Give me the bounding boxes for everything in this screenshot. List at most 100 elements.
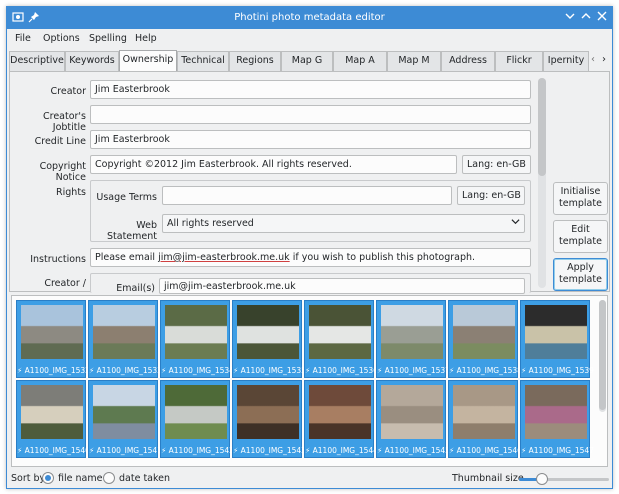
menu-file[interactable]: File	[15, 33, 31, 44]
thumbnail-label: ⚡ A1100_IMG_1546	[449, 446, 522, 455]
thumbnail-scrollbar[interactable]	[599, 300, 606, 412]
jobtitle-field[interactable]	[90, 105, 531, 124]
thumbnail-image	[381, 305, 443, 359]
thumbnail-label: ⚡ A1100_IMG_1533	[89, 366, 162, 375]
thumbnail-label: ⚡ A1100_IMG_1534	[161, 366, 234, 375]
thumbnail-size-slider[interactable]	[519, 473, 609, 485]
apply-template-button[interactable]: Apply template	[553, 258, 608, 291]
tab-ownership[interactable]: Ownership	[119, 50, 177, 72]
tab-ipernity[interactable]: Ipernity	[543, 51, 589, 71]
thumbnail-image	[165, 305, 227, 359]
tab-scroll-right-icon[interactable]: ›	[602, 54, 606, 65]
credit-line-field[interactable]: Jim Easterbrook	[90, 130, 531, 149]
sort-filename-radio[interactable]	[42, 472, 54, 484]
thumbnail-item[interactable]: ⚡ A1100_IMG_1542	[160, 380, 234, 458]
tab-regions[interactable]: Regions	[229, 51, 281, 71]
emails-field[interactable]: jim@jim-easterbrook.me.uk	[159, 278, 525, 294]
copyright-lang-select[interactable]: Lang: en-GB	[462, 155, 531, 174]
thumbnail-label: ⚡ A1100_IMG_1536	[305, 366, 378, 375]
tab-keywords[interactable]: Keywords	[65, 51, 119, 71]
menu-spelling[interactable]: Spelling	[89, 33, 127, 44]
sort-date-radio[interactable]	[103, 472, 115, 484]
thumbnail-item[interactable]: ⚡ A1100_IMG_1541	[88, 380, 162, 458]
creator-field[interactable]: Jim Easterbrook	[90, 80, 531, 99]
thumbnail-label: ⚡ A1100_IMG_1538	[449, 366, 522, 375]
tab-descriptive[interactable]: Descriptive	[9, 51, 65, 71]
thumbnail-image	[93, 385, 155, 439]
thumbnail-image	[453, 385, 515, 439]
copyright-lang-value: Lang: en-GB	[467, 159, 526, 170]
chevron-down-icon	[511, 217, 520, 229]
tab-map-g[interactable]: Map G	[281, 51, 333, 71]
thumbnail-image	[21, 385, 83, 439]
contact-label: Creator /	[44, 278, 86, 289]
thumbnail-item[interactable]: ⚡ A1100_IMG_1540	[16, 380, 90, 458]
initialise-template-button[interactable]: Initialise template	[553, 182, 608, 215]
sort-filename-label[interactable]: file name	[58, 473, 102, 484]
thumbnail-size-slider-handle[interactable]	[536, 473, 548, 485]
panel-scrollbar[interactable]	[538, 78, 546, 288]
tab-flickr[interactable]: Flickr	[495, 51, 543, 71]
thumbnail-scrollbar-thumb[interactable]	[599, 300, 606, 410]
thumbnail-grid[interactable]: ⚡ A1100_IMG_1532 ⚡ A1100_IMG_1533 ⚡ A1100_…	[11, 295, 608, 467]
thumbnail-label: ⚡ A1100_IMG_1532	[17, 366, 90, 375]
instructions-field[interactable]: Please email jim@jim-easterbrook.me.uk i…	[90, 248, 531, 267]
menu-help[interactable]: Help	[135, 33, 157, 44]
thumbnail-item[interactable]: ⚡ A1100_IMG_1543	[232, 380, 306, 458]
window-title: Photini photo metadata editor	[234, 12, 385, 23]
instructions-suffix: if you wish to publish this photograph.	[289, 252, 476, 263]
maximize-icon[interactable]	[579, 11, 593, 25]
thumbnail-item[interactable]: ⚡ A1100_IMG_1544	[304, 380, 378, 458]
sort-date-label[interactable]: date taken	[119, 473, 170, 484]
thumbnail-image	[525, 305, 587, 359]
usage-terms-lang-select[interactable]: Lang: en-GB	[457, 186, 525, 205]
copyright-field[interactable]: Copyright ©2012 Jim Easterbrook. All rig…	[90, 155, 457, 174]
thumbnail-image	[21, 305, 83, 359]
thumbnail-image	[453, 305, 515, 359]
thumbnail-label: ⚡ A1100_IMG_1542	[161, 446, 234, 455]
usage-terms-field[interactable]	[162, 186, 452, 205]
tab-map-m[interactable]: Map M	[387, 51, 441, 71]
tab-technical[interactable]: Technical	[177, 51, 229, 71]
thumbnail-item[interactable]: ⚡ A1100_IMG_1545	[376, 380, 450, 458]
tab-map-a[interactable]: Map A	[333, 51, 387, 71]
title-bar[interactable]: Photini photo metadata editor	[7, 7, 612, 29]
tab-bar: Descriptive Keywords Ownership Technical…	[7, 50, 612, 72]
main-window: Photini photo metadata editor File Optio…	[6, 6, 613, 489]
thumbnail-item[interactable]: ⚡ A1100_IMG_1537	[376, 300, 450, 378]
keep-below-icon[interactable]	[563, 11, 577, 25]
edit-template-button[interactable]: Edit template	[553, 220, 608, 253]
usage-terms-label: Usage Terms	[96, 192, 157, 203]
emails-label: Email(s)	[116, 283, 155, 294]
web-statement-select[interactable]: All rights reserved	[162, 214, 525, 233]
thumbnail-label: ⚡ A1100_IMG_1544	[305, 446, 378, 455]
thumbnail-item[interactable]: ⚡ A1100_IMG_1533	[88, 300, 162, 378]
thumbnail-item[interactable]: ⚡ A1100_IMG_1538	[448, 300, 522, 378]
thumbnail-item[interactable]: ⚡ A1100_IMG_1535	[232, 300, 306, 378]
apply-button-line1: Apply	[567, 262, 594, 273]
thumbnail-item[interactable]: ⚡ A1100_IMG_1547	[520, 380, 594, 458]
rights-label: Rights	[56, 187, 86, 198]
thumbnail-item[interactable]: ⚡ A1100_IMG_1546	[448, 380, 522, 458]
ownership-panel: Creator Jim Easterbrook Creator's Jobtit…	[9, 71, 610, 294]
thumbnail-item[interactable]: ⚡ A1100_IMG_1536	[304, 300, 378, 378]
thumbnail-image	[309, 305, 371, 359]
instructions-label: Instructions	[30, 254, 86, 265]
sort-by-label: Sort by	[11, 473, 46, 484]
close-icon[interactable]	[595, 11, 609, 25]
thumbnail-image	[237, 305, 299, 359]
status-bar: Sort by file name date taken Thumbnail s…	[7, 469, 612, 489]
thumbnail-item[interactable]: ⚡ A1100_IMG_1534	[160, 300, 234, 378]
tab-scroll-left-icon[interactable]: ‹	[591, 54, 595, 65]
tab-address[interactable]: Address	[441, 51, 495, 71]
thumbnail-label: ⚡ A1100_IMG_1547	[521, 446, 594, 455]
menu-options[interactable]: Options	[43, 33, 80, 44]
apply-button-line2: template	[559, 274, 602, 285]
menu-bar: File Options Spelling Help	[7, 29, 612, 49]
edit-button-line2: template	[559, 236, 602, 247]
thumbnail-item[interactable]: ⚡ A1100_IMG_1539	[520, 300, 594, 378]
thumbnail-item[interactable]: ⚡ A1100_IMG_1532	[16, 300, 90, 378]
instructions-email: jim@jim-easterbrook.me.uk	[158, 252, 290, 263]
panel-scrollbar-thumb[interactable]	[538, 78, 546, 176]
contact-group: Email(s) jim@jim-easterbrook.me.uk	[90, 273, 531, 294]
